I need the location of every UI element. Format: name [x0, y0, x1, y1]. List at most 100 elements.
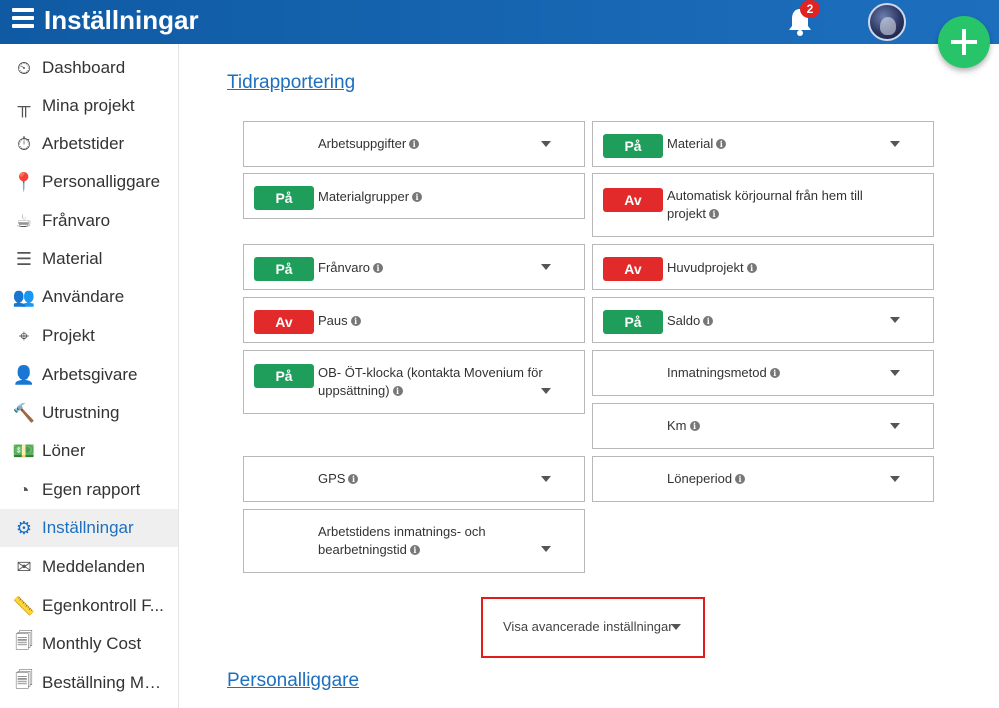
setting-materialgrupper[interactable]: På Materialgrupper i	[243, 173, 585, 219]
sidebar-item-franvaro[interactable]: ☕ Frånvaro	[0, 202, 178, 240]
chevron-down-icon[interactable]	[890, 423, 900, 429]
setting-label: Huvudprojekt	[667, 260, 744, 275]
toggle-on-button[interactable]: På	[603, 310, 663, 334]
sidebar-item-label: Mina projekt	[42, 96, 135, 115]
toggle-off-button[interactable]: Av	[254, 310, 314, 334]
sidebar-item-anvandare[interactable]: 👥 Användare	[0, 278, 178, 316]
setting-label: Inmatningsmetod	[667, 365, 767, 380]
list-icon: ☰	[15, 248, 33, 269]
info-icon[interactable]: i	[350, 316, 361, 326]
toggle-off-button[interactable]: Av	[603, 257, 663, 281]
sidebar-item-arbetsgivare[interactable]: 👤 Arbetsgivare	[0, 356, 178, 394]
setting-label: OB- ÖT-klocka (kontakta Movenium för upp…	[318, 365, 543, 398]
section-title-personalliggare[interactable]: Personalliggare	[227, 670, 359, 692]
toggle-on-button[interactable]: På	[254, 364, 314, 388]
setting-franvaro[interactable]: På Frånvaro i	[243, 244, 585, 290]
notification-badge: 2	[800, 0, 820, 18]
setting-label: Arbetstidens inmatnings- och bearbetning…	[318, 524, 486, 557]
advanced-settings-button[interactable]: Visa avancerade inställningar	[481, 597, 705, 658]
setting-saldo[interactable]: På Saldo i	[592, 297, 934, 343]
sidebar-item-label: Projekt	[42, 326, 95, 345]
toggle-on-button[interactable]: På	[603, 134, 663, 158]
toggle-on-button[interactable]: På	[254, 186, 314, 210]
info-icon[interactable]: i	[412, 192, 423, 202]
sidebar-item-egenkontroll[interactable]: 📏 Egenkontroll F...	[0, 587, 178, 625]
setting-km[interactable]: Km i	[592, 403, 934, 449]
setting-arbetsuppgifter[interactable]: Arbetsuppgifter i	[243, 121, 585, 167]
sidebar-item-egen-rapport[interactable]: ◔ Egen rapport	[0, 471, 178, 509]
info-icon[interactable]: i	[716, 139, 727, 149]
chevron-down-icon[interactable]	[890, 370, 900, 376]
sidebar: ⏲ Dashboard ╥ Mina projekt ⏱ Arbetstider…	[0, 44, 179, 708]
ruler-icon: 📏	[12, 595, 36, 616]
info-icon[interactable]: i	[709, 209, 720, 219]
setting-label: Arbetsuppgifter	[318, 136, 407, 151]
sidebar-item-dashboard[interactable]: ⏲ Dashboard	[0, 49, 178, 87]
chevron-down-icon[interactable]	[541, 546, 551, 552]
setting-gps[interactable]: GPS i	[243, 456, 585, 502]
setting-material[interactable]: På Material i	[592, 121, 934, 167]
setting-loneperiod[interactable]: Löneperiod i	[592, 456, 934, 502]
chevron-down-icon	[671, 624, 681, 630]
setting-paus[interactable]: Av Paus i	[243, 297, 585, 343]
setting-inmatningsmetod[interactable]: Inmatningsmetod i	[592, 350, 934, 396]
sidebar-item-bestallning[interactable]: 🗐 Beställning Ma...	[0, 664, 178, 702]
sidebar-item-label: Arbetstider	[42, 134, 125, 153]
chevron-down-icon[interactable]	[890, 317, 900, 323]
setting-huvudprojekt[interactable]: Av Huvudprojekt i	[592, 244, 934, 290]
stopwatch-icon: ⏱	[16, 133, 32, 154]
setting-automatisk-korjournal[interactable]: Av Automatisk körjournal från hem till p…	[592, 173, 934, 237]
info-icon[interactable]: i	[769, 368, 780, 378]
info-icon[interactable]: i	[392, 386, 403, 396]
setting-ob-ot-klocka[interactable]: På OB- ÖT-klocka (kontakta Movenium för …	[243, 350, 585, 414]
avatar[interactable]	[868, 3, 906, 41]
envelope-icon: ✉	[16, 556, 32, 577]
info-icon[interactable]: i	[703, 316, 714, 326]
add-button[interactable]	[938, 16, 990, 68]
hamburger-menu-icon[interactable]	[12, 8, 34, 28]
chevron-down-icon[interactable]	[890, 141, 900, 147]
sidebar-item-label: Utrustning	[42, 403, 120, 422]
toggle-on-button[interactable]: På	[254, 257, 314, 281]
info-icon[interactable]: i	[348, 474, 359, 484]
setting-label: Material	[667, 136, 714, 151]
setting-label: Km	[667, 418, 687, 433]
chevron-down-icon[interactable]	[541, 141, 551, 147]
setting-label: Automatisk körjournal från hem till proj…	[667, 188, 863, 221]
sidebar-item-meddelanden[interactable]: ✉ Meddelanden	[0, 548, 178, 586]
info-icon[interactable]: i	[409, 545, 420, 555]
sidebar-item-arbetstider[interactable]: ⏱ Arbetstider	[0, 125, 178, 163]
coffee-cup-icon: ☕	[15, 210, 33, 231]
documents-icon: 🗐	[15, 670, 33, 690]
info-icon[interactable]: i	[746, 263, 757, 273]
info-icon[interactable]: i	[735, 474, 746, 484]
users-icon: 👥	[12, 286, 36, 307]
setting-label: Paus	[318, 313, 348, 328]
sidebar-item-projekt[interactable]: ⌖ Projekt	[0, 317, 178, 355]
sidebar-item-installningar[interactable]: ⚙ Inställningar	[0, 509, 178, 547]
setting-label: GPS	[318, 471, 346, 486]
setting-arbetstidens-inmatning[interactable]: Arbetstidens inmatnings- och bearbetning…	[243, 509, 585, 573]
chevron-down-icon[interactable]	[890, 476, 900, 482]
chevron-down-icon[interactable]	[541, 264, 551, 270]
sidebar-item-personalliggare[interactable]: 📍 Personalliggare	[0, 163, 178, 201]
chevron-down-icon[interactable]	[541, 388, 551, 394]
sidebar-item-utrustning[interactable]: 🔨 Utrustning	[0, 394, 178, 432]
sidebar-item-material[interactable]: ☰ Material	[0, 240, 178, 278]
setting-label: Löneperiod	[667, 471, 733, 486]
info-icon[interactable]: i	[373, 263, 384, 273]
sidebar-item-loner[interactable]: 💵 Löner	[0, 432, 178, 470]
chevron-down-icon[interactable]	[541, 476, 551, 482]
sidebar-item-label: Dashboard	[42, 58, 126, 77]
setting-label: Frånvaro	[318, 260, 371, 275]
info-icon[interactable]: i	[409, 139, 420, 149]
sidebar-item-mina-projekt[interactable]: ╥ Mina projekt	[0, 87, 178, 125]
gear-icon: ⚙	[15, 517, 33, 538]
page-title: Inställningar	[44, 5, 199, 35]
sidebar-item-monthly-cost[interactable]: 🗐 Monthly Cost	[0, 625, 178, 663]
info-icon[interactable]: i	[689, 421, 700, 431]
sidebar-item-label: Monthly Cost	[42, 634, 142, 653]
section-title-tidrapportering[interactable]: Tidrapportering	[227, 72, 355, 94]
toggle-off-button[interactable]: Av	[603, 188, 663, 212]
map-pin-icon: 📍	[12, 171, 36, 192]
